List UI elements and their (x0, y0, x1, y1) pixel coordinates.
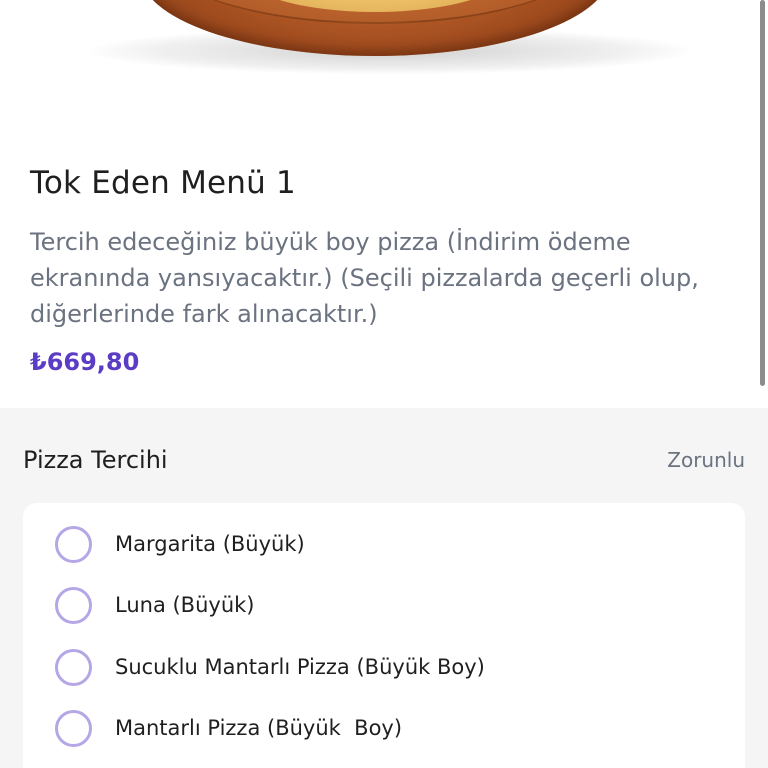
product-price: ₺669,80 (30, 348, 140, 376)
option-section: Pizza Tercihi Zorunlu Margarita (Büyük) … (0, 408, 768, 768)
option-label: Luna (Büyük) (115, 593, 255, 617)
radio-button[interactable] (55, 648, 92, 686)
product-title: Tok Eden Menü 1 (30, 165, 296, 201)
product-image (0, 0, 768, 150)
radio-button[interactable] (55, 586, 92, 624)
option-item[interactable]: Luna (Büyük) (55, 585, 255, 625)
product-info: Tok Eden Menü 1 Tercih edeceğiniz büyük … (30, 160, 730, 376)
option-label: Margarita (Büyük) (115, 532, 305, 556)
radio-button[interactable] (55, 709, 92, 747)
option-group-header: Pizza Tercihi Zorunlu (23, 446, 745, 474)
product-detail-screen: Tok Eden Menü 1 Tercih edeceğiniz büyük … (0, 0, 768, 768)
option-item[interactable]: Mantarlı Pizza (Büyük Boy) (55, 708, 402, 748)
scrollbar[interactable] (760, 0, 765, 386)
option-list: Margarita (Büyük) Luna (Büyük) Sucuklu M… (23, 503, 745, 768)
option-item[interactable]: Sucuklu Mantarlı Pizza (Büyük Boy) (55, 647, 485, 687)
option-item[interactable]: Margarita (Büyük) (55, 524, 305, 564)
option-label: Mantarlı Pizza (Büyük Boy) (115, 716, 403, 740)
radio-button[interactable] (55, 525, 92, 563)
option-label: Sucuklu Mantarlı Pizza (Büyük Boy) (115, 655, 485, 679)
product-description: Tercih edeceğiniz büyük boy pizza (İndir… (30, 228, 699, 328)
option-group-title: Pizza Tercihi (23, 446, 168, 474)
required-badge: Zorunlu (667, 448, 745, 472)
